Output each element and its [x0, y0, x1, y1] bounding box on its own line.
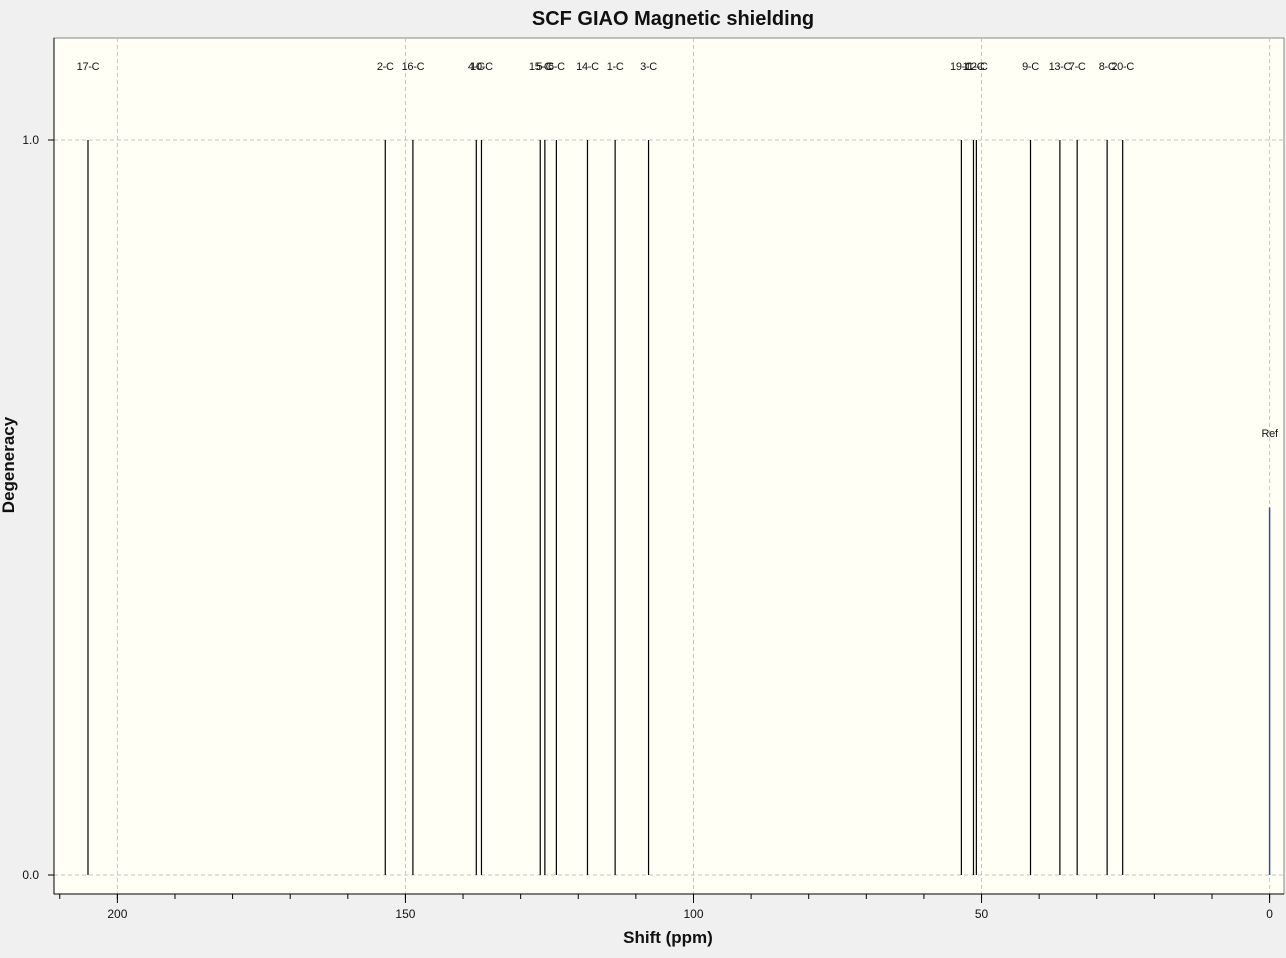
peak-label: 14-C — [576, 61, 599, 73]
plot-area — [53, 37, 1285, 895]
peak-label: 1-C — [607, 61, 624, 73]
x-tick-label: 50 — [975, 907, 989, 921]
chart-title: SCF GIAO Magnetic shielding — [532, 8, 814, 30]
reference-label: Ref — [1261, 428, 1278, 440]
peak-label: 17-C — [77, 61, 100, 73]
peak-label: 9-C — [1022, 61, 1039, 73]
peak-label: 7-C — [1069, 61, 1086, 73]
x-tick-label: 200 — [107, 907, 127, 921]
peak-label: 16-C — [402, 61, 425, 73]
peak-label: 2-C — [377, 61, 394, 73]
x-tick-label: 150 — [395, 907, 415, 921]
x-axis-label: Shift (ppm) — [623, 928, 713, 947]
y-tick-label: 0.0 — [22, 868, 39, 882]
x-tick-label: 0 — [1266, 907, 1273, 921]
nmr-spectrum-chart: 17-C 2-C 16-C 4-C10-C 15-C5-C6-C 14-C 1-C 3-C 19… — [0, 0, 1286, 958]
peak-label: 6-C — [548, 61, 565, 73]
peak-label: 10-C — [470, 61, 493, 73]
y-tick-label: 1.0 — [22, 133, 39, 147]
peak-label: 12-C — [965, 61, 988, 73]
x-tick-label: 100 — [683, 907, 703, 921]
peak-label: 20-C — [1111, 61, 1134, 73]
peak-label: 3-C — [640, 61, 657, 73]
y-axis-label: Degeneracy — [0, 416, 18, 513]
